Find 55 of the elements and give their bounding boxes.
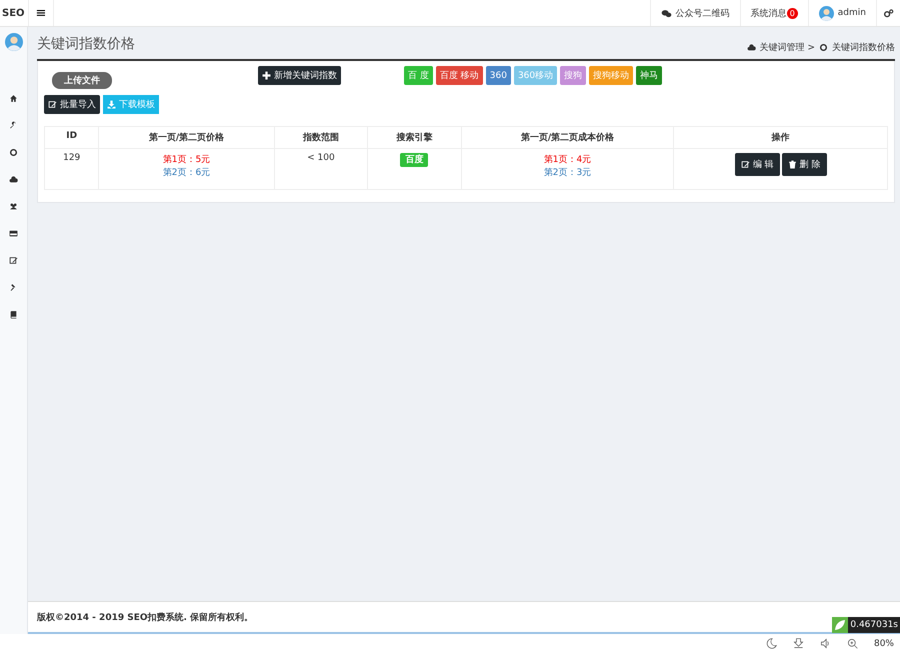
book-icon[interactable] <box>9 310 18 319</box>
menu-button[interactable]: ≡ <box>28 0 54 26</box>
edit-icon[interactable] <box>9 256 18 265</box>
column-header: 指数范围 <box>274 126 368 148</box>
breadcrumb-current: 关键词指数价格 <box>832 42 895 54</box>
header-link[interactable]: admin <box>808 0 876 26</box>
delete-button[interactable]: 删 除 <box>782 153 827 176</box>
badge-count: 0 <box>786 8 798 18</box>
breadcrumb-link[interactable]: 关键词管理 > <box>760 41 815 54</box>
page-title: 关键词指数价格 <box>37 35 135 54</box>
column-header: ID <box>44 126 99 148</box>
column-header: 操作 <box>674 126 888 148</box>
edit-icon <box>740 160 750 169</box>
avatar-icon <box>4 33 22 51</box>
import-button[interactable]: 批量导入 <box>44 95 100 114</box>
edit-icon <box>48 100 57 109</box>
settings-icon <box>883 8 894 18</box>
trash-icon <box>788 160 797 169</box>
add-button[interactable]: 新增关键词指数 <box>258 66 341 85</box>
zoom-level[interactable]: 80% <box>874 638 894 648</box>
circle-icon <box>819 43 828 52</box>
column-header: 搜索引擎 <box>368 126 462 148</box>
header-link[interactable]: 系统消息 0 <box>740 0 808 26</box>
header-link[interactable]: 公众号二维码 <box>650 0 740 26</box>
cloud-icon <box>746 43 756 52</box>
upload-button[interactable]: 上传文件 <box>52 72 112 89</box>
price-text: 第2页：6元 <box>162 166 212 179</box>
circle-icon[interactable] <box>9 148 18 157</box>
price-text: 第1页：5元 <box>162 154 212 166</box>
price-text: 第1页：4元 <box>542 154 592 166</box>
card-icon[interactable] <box>9 229 18 238</box>
edit-button[interactable]: 编 辑 <box>734 153 780 176</box>
moon-icon[interactable] <box>766 638 777 649</box>
column-header: 第一页/第二页成本价格 <box>461 126 674 148</box>
column-header: 第一页/第二页价格 <box>98 126 274 148</box>
wechat-icon <box>660 8 672 18</box>
speaker-icon[interactable] <box>820 638 831 649</box>
timer-badge: 0.467031s <box>848 617 900 633</box>
table-cell: 129 <box>44 148 99 190</box>
zoom-icon[interactable] <box>846 638 858 649</box>
plus-icon <box>262 71 271 80</box>
avatar-icon <box>818 6 834 20</box>
engine-tab[interactable]: 神马 <box>636 66 662 85</box>
engine-tag: 百度 <box>400 153 428 167</box>
brand-logo: SEO <box>1 8 26 18</box>
download-icon <box>107 100 116 109</box>
engine-tab[interactable]: 百度 移动 <box>436 66 483 85</box>
download-icon[interactable] <box>792 638 804 649</box>
table-cell: < 100 <box>274 148 368 190</box>
home-icon[interactable] <box>9 94 18 103</box>
gavel-icon[interactable] <box>9 283 18 292</box>
engine-tab[interactable]: 360 <box>486 66 511 85</box>
cloud-icon[interactable] <box>9 175 18 184</box>
copyright-text: 版权©2014 - 2019 SEO扣费系统. 保留所有权利。 <box>37 611 254 624</box>
price-text: 第2页：3元 <box>542 166 592 179</box>
